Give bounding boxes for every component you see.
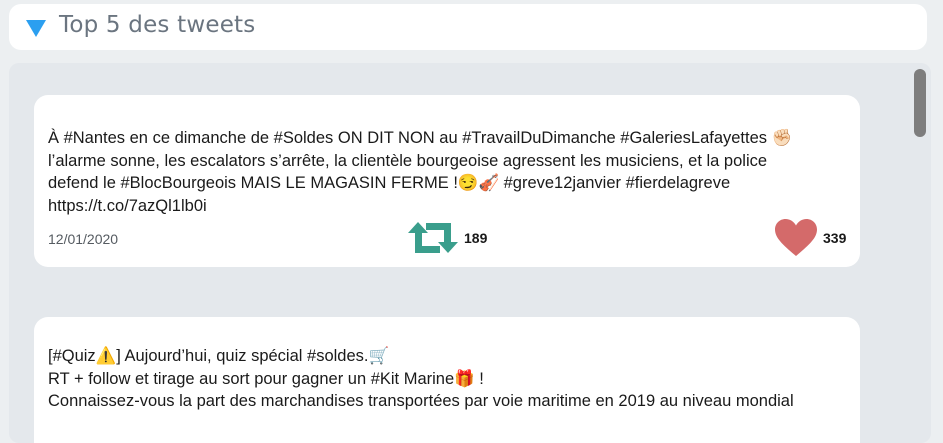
tweet-text: [#Quiz⚠️] Aujourd’hui, quiz spécial #sol…	[48, 347, 794, 410]
tweet-card: [#Quiz⚠️] Aujourd’hui, quiz spécial #sol…	[34, 317, 860, 443]
retweet-stat: 189	[408, 221, 487, 255]
tweets-panel: À #Nantes en ce dimanche de #Soldes ON D…	[9, 63, 931, 443]
like-count: 339	[823, 230, 847, 246]
section-title: Top 5 des tweets	[59, 12, 256, 38]
section-header[interactable]: Top 5 des tweets	[9, 4, 927, 50]
retweet-count: 189	[464, 230, 488, 246]
tweet-text: À #Nantes en ce dimanche de #Soldes ON D…	[48, 129, 793, 215]
tweet-card: À #Nantes en ce dimanche de #Soldes ON D…	[34, 95, 860, 267]
like-stat: 339	[775, 219, 846, 257]
scrollbar[interactable]	[910, 63, 931, 443]
triangle-down-icon[interactable]	[26, 20, 46, 37]
scrollbar-thumb[interactable]	[914, 69, 926, 137]
tweet-date: 12/01/2020	[48, 231, 119, 247]
heart-icon	[775, 219, 817, 256]
retweet-icon	[408, 222, 458, 253]
